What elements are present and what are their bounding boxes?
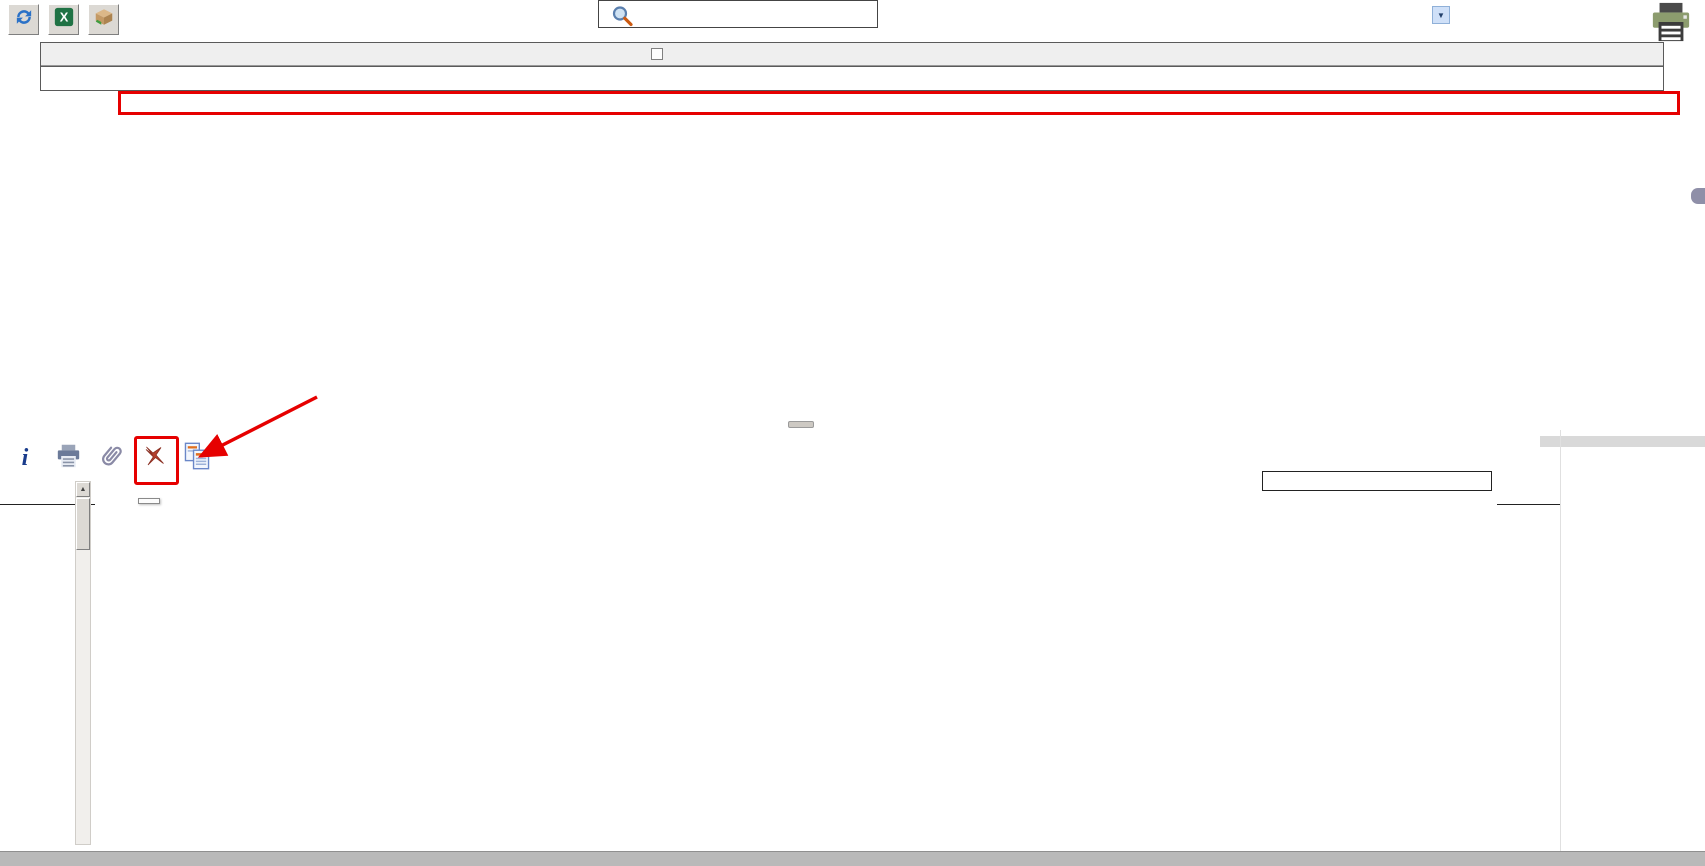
attachment-button[interactable] [96,441,126,475]
delete-order-button[interactable] [139,441,169,475]
search-icon[interactable] [609,4,635,33]
svg-text:X: X [59,10,68,25]
order-document [95,481,1497,847]
refresh-icon [13,6,35,33]
archive-button[interactable] [88,4,119,35]
copy-icon [182,441,212,476]
orders-grid [40,42,1664,91]
order-toolbar: i [10,441,212,475]
copy-order-tooltip [138,498,160,504]
display-checkbox[interactable] [651,48,663,60]
scroll-up-icon[interactable]: ▲ [76,482,90,497]
panel-divider [1560,430,1561,851]
top-toolbar: X [8,4,119,35]
chevron-down-icon[interactable]: ▼ [1432,6,1450,24]
refresh-button[interactable] [8,4,39,35]
info-button[interactable]: i [10,441,40,475]
print-order-button[interactable] [53,441,83,475]
scrollbar-thumb[interactable] [76,498,90,550]
app-screen: X ▼ [0,0,1705,866]
order-status-box [1262,471,1492,491]
pane-splitter-handle[interactable] [788,421,814,428]
pagination-top [41,43,1663,66]
preview-scrollbar[interactable]: ▲ [75,481,91,845]
pagination-bottom [41,66,1663,90]
horizontal-scrollbar[interactable] [0,851,1705,866]
info-icon: i [22,445,29,472]
buildings-side-tab[interactable] [1691,188,1705,204]
annotation-row-highlight [118,91,1680,115]
printer-icon [55,443,82,474]
copy-order-button[interactable] [182,441,212,475]
search-box[interactable] [598,0,878,28]
archive-box-icon [93,6,115,33]
panel-edge [1540,436,1705,447]
export-excel-button[interactable]: X [48,4,79,35]
view-selector: ▼ [1432,6,1462,24]
print-button[interactable] [1648,1,1694,48]
display-toggle [645,48,663,60]
delete-x-icon [142,444,167,473]
paperclip-icon [96,442,126,475]
excel-icon: X [53,6,75,33]
